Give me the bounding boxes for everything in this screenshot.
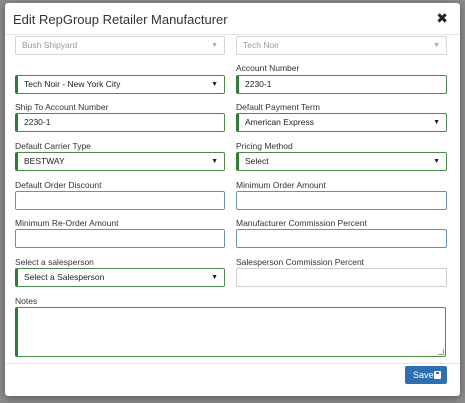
carrier-type-select[interactable]: BESTWAY ▼ bbox=[15, 152, 225, 171]
carrier-type-select-value: BESTWAY bbox=[24, 156, 65, 166]
salesperson-label: Select a salesperson bbox=[15, 257, 94, 267]
salesperson-select-value: Select a Salesperson bbox=[24, 272, 105, 282]
sp-commission-label: Salesperson Commission Percent bbox=[236, 257, 365, 267]
sp-commission-input[interactable] bbox=[236, 268, 447, 287]
payment-term-select[interactable]: American Express ▼ bbox=[236, 113, 447, 132]
pricing-method-select-value: Select bbox=[245, 156, 269, 166]
modal-title: Edit RepGroup Retailer Manufacturer bbox=[13, 12, 228, 27]
shipyard-select-value: Bush Shipyard bbox=[22, 40, 78, 50]
chevron-down-icon: ▼ bbox=[211, 42, 218, 49]
save-button-label: Save bbox=[413, 370, 434, 380]
chevron-down-icon: ▼ bbox=[433, 42, 440, 49]
salesperson-select[interactable]: Select a Salesperson ▼ bbox=[15, 268, 225, 287]
min-reorder-amount-input[interactable] bbox=[15, 229, 225, 248]
save-button[interactable]: Save bbox=[405, 366, 447, 384]
ship-to-account-label: Ship To Account Number bbox=[15, 102, 109, 112]
resize-handle-icon[interactable] bbox=[438, 349, 444, 355]
pricing-method-select[interactable]: Select ▼ bbox=[236, 152, 447, 171]
account-number-label: Account Number bbox=[236, 63, 300, 73]
mfr-commission-label: Manufacturer Commission Percent bbox=[236, 218, 367, 228]
shipyard-select: Bush Shipyard ▼ bbox=[15, 36, 225, 55]
notes-textarea[interactable] bbox=[15, 307, 446, 357]
payment-term-select-value: American Express bbox=[245, 117, 314, 127]
manufacturer-select: Tech Noir ▼ bbox=[236, 36, 447, 55]
chevron-down-icon: ▼ bbox=[433, 158, 440, 165]
min-reorder-amount-label: Minimum Re-Order Amount bbox=[15, 218, 119, 228]
chevron-down-icon: ▼ bbox=[433, 119, 440, 126]
pricing-method-label: Pricing Method bbox=[236, 141, 293, 151]
payment-term-label: Default Payment Term bbox=[236, 102, 320, 112]
modal-footer-divider bbox=[5, 363, 460, 364]
chevron-down-icon: ▼ bbox=[211, 81, 218, 88]
chevron-down-icon: ▼ bbox=[211, 158, 218, 165]
min-order-amount-input[interactable] bbox=[236, 191, 447, 210]
location-select[interactable]: Tech Noir - New York City ▼ bbox=[15, 75, 225, 94]
location-select-value: Tech Noir - New York City bbox=[24, 79, 121, 89]
min-order-amount-label: Minimum Order Amount bbox=[236, 180, 326, 190]
chevron-down-icon: ▼ bbox=[211, 274, 218, 281]
manufacturer-select-value: Tech Noir bbox=[243, 40, 279, 50]
close-icon[interactable]: ✖ bbox=[436, 11, 448, 25]
edit-manufacturer-modal: Edit RepGroup Retailer Manufacturer ✖ Bu… bbox=[5, 3, 460, 396]
account-number-input[interactable]: 2230-1 bbox=[236, 75, 447, 94]
order-discount-label: Default Order Discount bbox=[15, 180, 102, 190]
ship-to-account-input[interactable]: 2230-1 bbox=[15, 113, 225, 132]
mfr-commission-input[interactable] bbox=[236, 229, 447, 248]
notes-label: Notes bbox=[15, 296, 38, 306]
carrier-type-label: Default Carrier Type bbox=[15, 141, 91, 151]
modal-header: Edit RepGroup Retailer Manufacturer ✖ bbox=[5, 3, 460, 35]
order-discount-input[interactable] bbox=[15, 191, 225, 210]
floppy-disk-icon bbox=[434, 371, 441, 379]
